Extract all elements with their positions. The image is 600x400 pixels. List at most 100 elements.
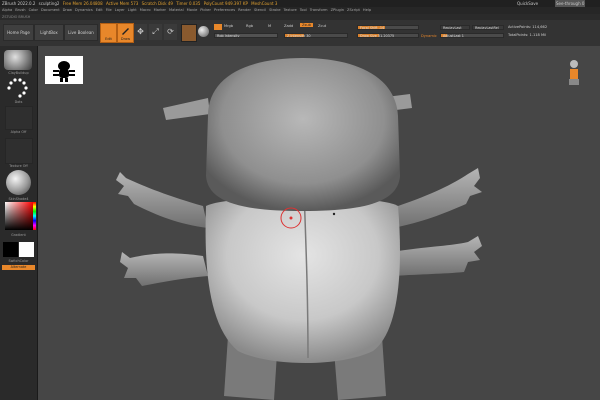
focal-shift-slider[interactable]: Focal Shift -14 bbox=[357, 25, 419, 30]
z-intensity-label: Z Intensity 30 bbox=[287, 34, 311, 38]
adjust-last-label: AdjustLast 1 bbox=[443, 34, 464, 38]
menu-item-alpha[interactable]: Alpha bbox=[2, 8, 12, 12]
menu-item-light[interactable]: Light bbox=[128, 8, 137, 12]
alpha-thumbnail[interactable] bbox=[5, 106, 33, 130]
focal-shift-label: Focal Shift -14 bbox=[360, 26, 385, 30]
left-shelf: ClayBuildup Dots Alpha Off Texture Off S… bbox=[0, 46, 38, 400]
rotate-button[interactable]: ⟳ bbox=[164, 24, 177, 40]
model-preview-thumbnail[interactable] bbox=[45, 56, 83, 84]
stroke-label: Dots bbox=[14, 100, 23, 104]
active-mem: Active Mem 573 bbox=[105, 1, 139, 6]
draw-icon bbox=[122, 28, 129, 35]
replay-last-rel-label: ReplayLastRel bbox=[475, 26, 499, 30]
zcut-button[interactable]: Zcut bbox=[318, 24, 326, 28]
active-points: ActivePoints: 114,662 bbox=[508, 25, 548, 29]
live-boolean-button[interactable]: Live Boolean bbox=[64, 24, 98, 41]
scratch-disk: Scratch Disk 49 bbox=[141, 1, 173, 6]
menu-item-stroke[interactable]: Stroke bbox=[269, 8, 280, 12]
doc-name: sculpting2 bbox=[38, 1, 60, 6]
scale-icon: ⤢ bbox=[152, 27, 159, 36]
m-button[interactable]: M bbox=[268, 24, 271, 28]
home-page-button[interactable]: Home Page bbox=[3, 24, 34, 41]
texture-label: Texture Off bbox=[9, 164, 28, 168]
menu-item-edit[interactable]: Edit bbox=[96, 8, 103, 12]
menu-item-draw[interactable]: Draw bbox=[63, 8, 72, 12]
alpha-label: Alpha Off bbox=[10, 130, 27, 134]
color-picker-square[interactable] bbox=[5, 202, 33, 230]
move-icon: ✥ bbox=[137, 27, 144, 36]
menu-item-brush[interactable]: Brush bbox=[15, 8, 25, 12]
menu-item-picker[interactable]: Picker bbox=[200, 8, 211, 12]
menu-item-movie[interactable]: Movie bbox=[187, 8, 198, 12]
edit-button[interactable]: Edit bbox=[100, 23, 117, 43]
rgb-intensity-slider[interactable]: Rgb Intensity bbox=[214, 33, 278, 38]
replay-last-rel-button[interactable]: ReplayLastRel bbox=[472, 25, 504, 30]
meshcount: MeshCount 3 bbox=[251, 1, 278, 6]
menu-item-tool[interactable]: Tool bbox=[300, 8, 307, 12]
move-button[interactable]: ✥ bbox=[134, 24, 147, 40]
brush-label: ClayBuildup bbox=[8, 71, 29, 75]
title-bar: ZBrush 2022.0.2 sculpting2 Free Mem 26.0… bbox=[0, 0, 600, 7]
z-intensity-slider[interactable]: Z Intensity 30 bbox=[284, 33, 348, 38]
adjust-last-slider[interactable]: AdjustLast 1 bbox=[440, 33, 504, 38]
main-color-swatch[interactable] bbox=[3, 242, 18, 257]
model-silhouette-icon bbox=[53, 61, 75, 82]
dynamic-toggle[interactable]: Dynamic bbox=[421, 34, 437, 38]
menu-item-zscript[interactable]: ZScript bbox=[347, 8, 360, 12]
mrgb-label: Mrgb bbox=[224, 24, 234, 28]
draw-size-slider[interactable]: Draw Size 51.20375 bbox=[357, 33, 419, 38]
rotate-icon: ⟳ bbox=[167, 27, 174, 36]
menu-item-stencil[interactable]: Stencil bbox=[254, 8, 266, 12]
sculpt-model bbox=[116, 58, 482, 400]
see-through-slider[interactable]: See-through 0 bbox=[555, 0, 586, 7]
alternate-button[interactable]: Alternate bbox=[2, 265, 35, 270]
rgb-intensity-label: Rgb Intensity bbox=[217, 34, 240, 38]
menu-item-render[interactable]: Render bbox=[238, 8, 251, 12]
draw-label: Draw bbox=[120, 37, 131, 41]
zsub-button[interactable]: Zsub bbox=[300, 23, 313, 27]
menu-item-preferences[interactable]: Preferences bbox=[214, 8, 235, 12]
menu-item-file[interactable]: File bbox=[106, 8, 112, 12]
material-sphere[interactable] bbox=[6, 170, 31, 195]
material-swatch[interactable] bbox=[181, 24, 197, 42]
stroke-dots-icon[interactable] bbox=[5, 76, 31, 98]
draw-size-label: Draw Size 51.20375 bbox=[360, 34, 395, 38]
timer: Timer 0.035 bbox=[176, 1, 201, 6]
mrgb-toggle[interactable] bbox=[214, 24, 222, 30]
hue-strip[interactable] bbox=[33, 202, 36, 230]
zadd-button[interactable]: Zadd bbox=[284, 24, 293, 28]
sphere-icon[interactable] bbox=[198, 26, 209, 37]
texture-thumbnail[interactable] bbox=[5, 138, 33, 164]
brush-name-label: ZSTUDIO BRUSH bbox=[2, 15, 31, 19]
menu-item-zplugin[interactable]: ZPlugin bbox=[331, 8, 344, 12]
replay-last-button[interactable]: ReplayLast bbox=[440, 25, 470, 30]
switch-color-button[interactable]: SwitchColor bbox=[1, 259, 36, 263]
draw-button[interactable]: Draw bbox=[117, 23, 134, 43]
menu-item-layer[interactable]: Layer bbox=[115, 8, 125, 12]
quicksave-button[interactable]: QuickSave bbox=[517, 0, 538, 7]
secondary-color-swatch[interactable] bbox=[19, 242, 34, 257]
perspective-icon[interactable] bbox=[565, 58, 583, 88]
edit-label: Edit bbox=[105, 37, 112, 41]
menu-bar: Alpha Brush Color Document Draw Dynamics Edit F… bbox=[0, 7, 600, 14]
menu-item-macro[interactable]: Macro bbox=[140, 8, 151, 12]
menu-item-help[interactable]: Help bbox=[363, 8, 371, 12]
menu-item-transform[interactable]: Transform bbox=[310, 8, 328, 12]
menu-item-material[interactable]: Material bbox=[169, 8, 184, 12]
polycount: PolyCount 949.397 KP bbox=[203, 1, 248, 6]
brush-thumbnail[interactable] bbox=[4, 50, 32, 70]
free-mem: Free Mem 26.04808 bbox=[62, 1, 103, 6]
scale-button[interactable]: ⤢ bbox=[149, 24, 162, 40]
material-label: SkinShade4 bbox=[8, 197, 29, 201]
menu-item-color[interactable]: Color bbox=[29, 8, 38, 12]
viewport-canvas[interactable] bbox=[38, 46, 600, 400]
menu-item-marker[interactable]: Marker bbox=[154, 8, 166, 12]
total-points: TotalPoints: 1.118 Mil bbox=[508, 33, 547, 37]
menu-item-dynamics[interactable]: Dynamics bbox=[75, 8, 93, 12]
gradient-label: Gradient bbox=[11, 233, 26, 237]
top-toolbar: Home Page LightBox Live Boolean Edit Dra… bbox=[0, 20, 600, 47]
menu-item-texture[interactable]: Texture bbox=[284, 8, 297, 12]
lightbox-button[interactable]: LightBox bbox=[34, 24, 64, 41]
rgb-button[interactable]: Rgb bbox=[246, 24, 253, 28]
menu-item-document[interactable]: Document bbox=[41, 8, 60, 12]
